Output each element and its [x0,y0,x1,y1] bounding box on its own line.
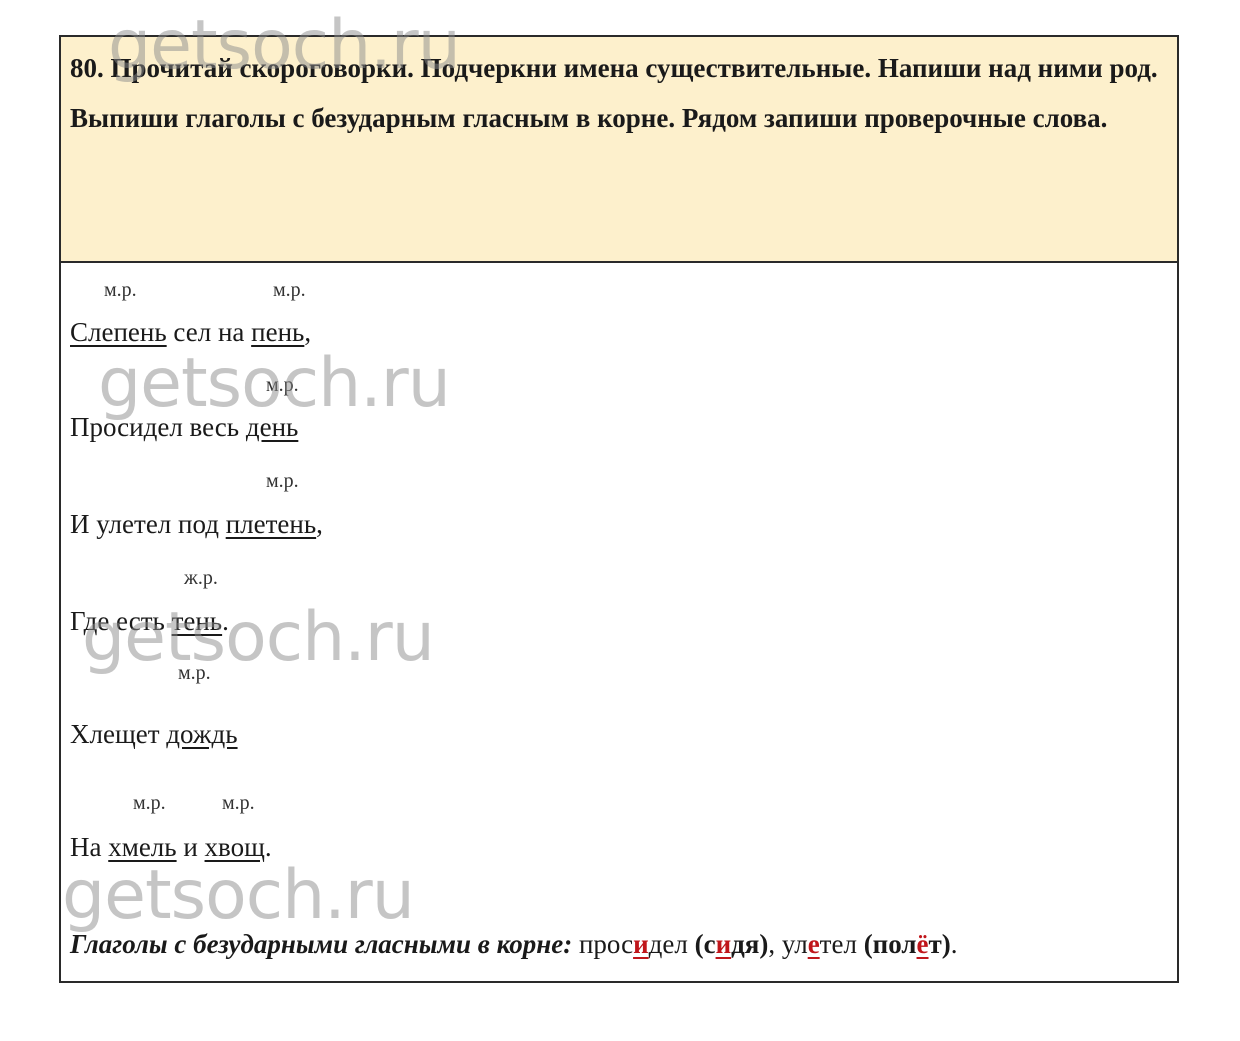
noun: пень [251,317,305,347]
gender-label: м.р. [266,374,299,396]
tongue-twister-line: Где есть тень. [70,606,229,636]
verbs-answer: Глаголы с безударными гласными в корне: … [70,929,958,959]
task-line-2: Выпиши глаголы с безударным гласным в ко… [70,103,1108,133]
tongue-twister-line: И улетел под плетень, [70,509,323,539]
answer-area: м.р. м.р. Слепень сел на пень, м.р. Прос… [61,263,1177,981]
task-line-1: 80. Прочитай скороговорки. Подчеркни име… [70,53,1158,83]
exercise-frame: 80. Прочитай скороговорки. Подчеркни име… [59,35,1179,983]
tongue-twister-line: Просидел весь день [70,412,299,442]
gender-label: м.р. [104,279,137,301]
tongue-twister-line: На хмель и хвощ. [70,832,272,862]
noun: плетень [225,509,317,539]
tongue-twister-line: Хлещет дождь [70,719,238,749]
verb-1: просидел [578,929,688,959]
gender-label: м.р. [273,279,306,301]
task-box: 80. Прочитай скороговорки. Подчеркни име… [61,37,1177,263]
gender-label: м.р. [266,470,299,492]
noun: хмель [108,832,177,862]
gender-label: ж.р. [184,567,218,589]
check-word-2: (полёт) [863,929,951,959]
gender-label: м.р. [222,792,255,814]
noun: Слепень [70,317,167,347]
check-word-1: (сидя) [694,929,769,959]
gender-label: м.р. [133,792,166,814]
noun: день [245,412,299,442]
noun: хвощ [204,832,265,862]
verbs-label: Глаголы с безударными гласными в корне: [70,929,573,959]
gender-label: м.р. [178,662,211,684]
noun: тень [171,606,223,636]
noun: дождь [166,719,238,749]
tongue-twister-line: Слепень сел на пень, [70,317,312,347]
verb-2: улетел [781,929,857,959]
